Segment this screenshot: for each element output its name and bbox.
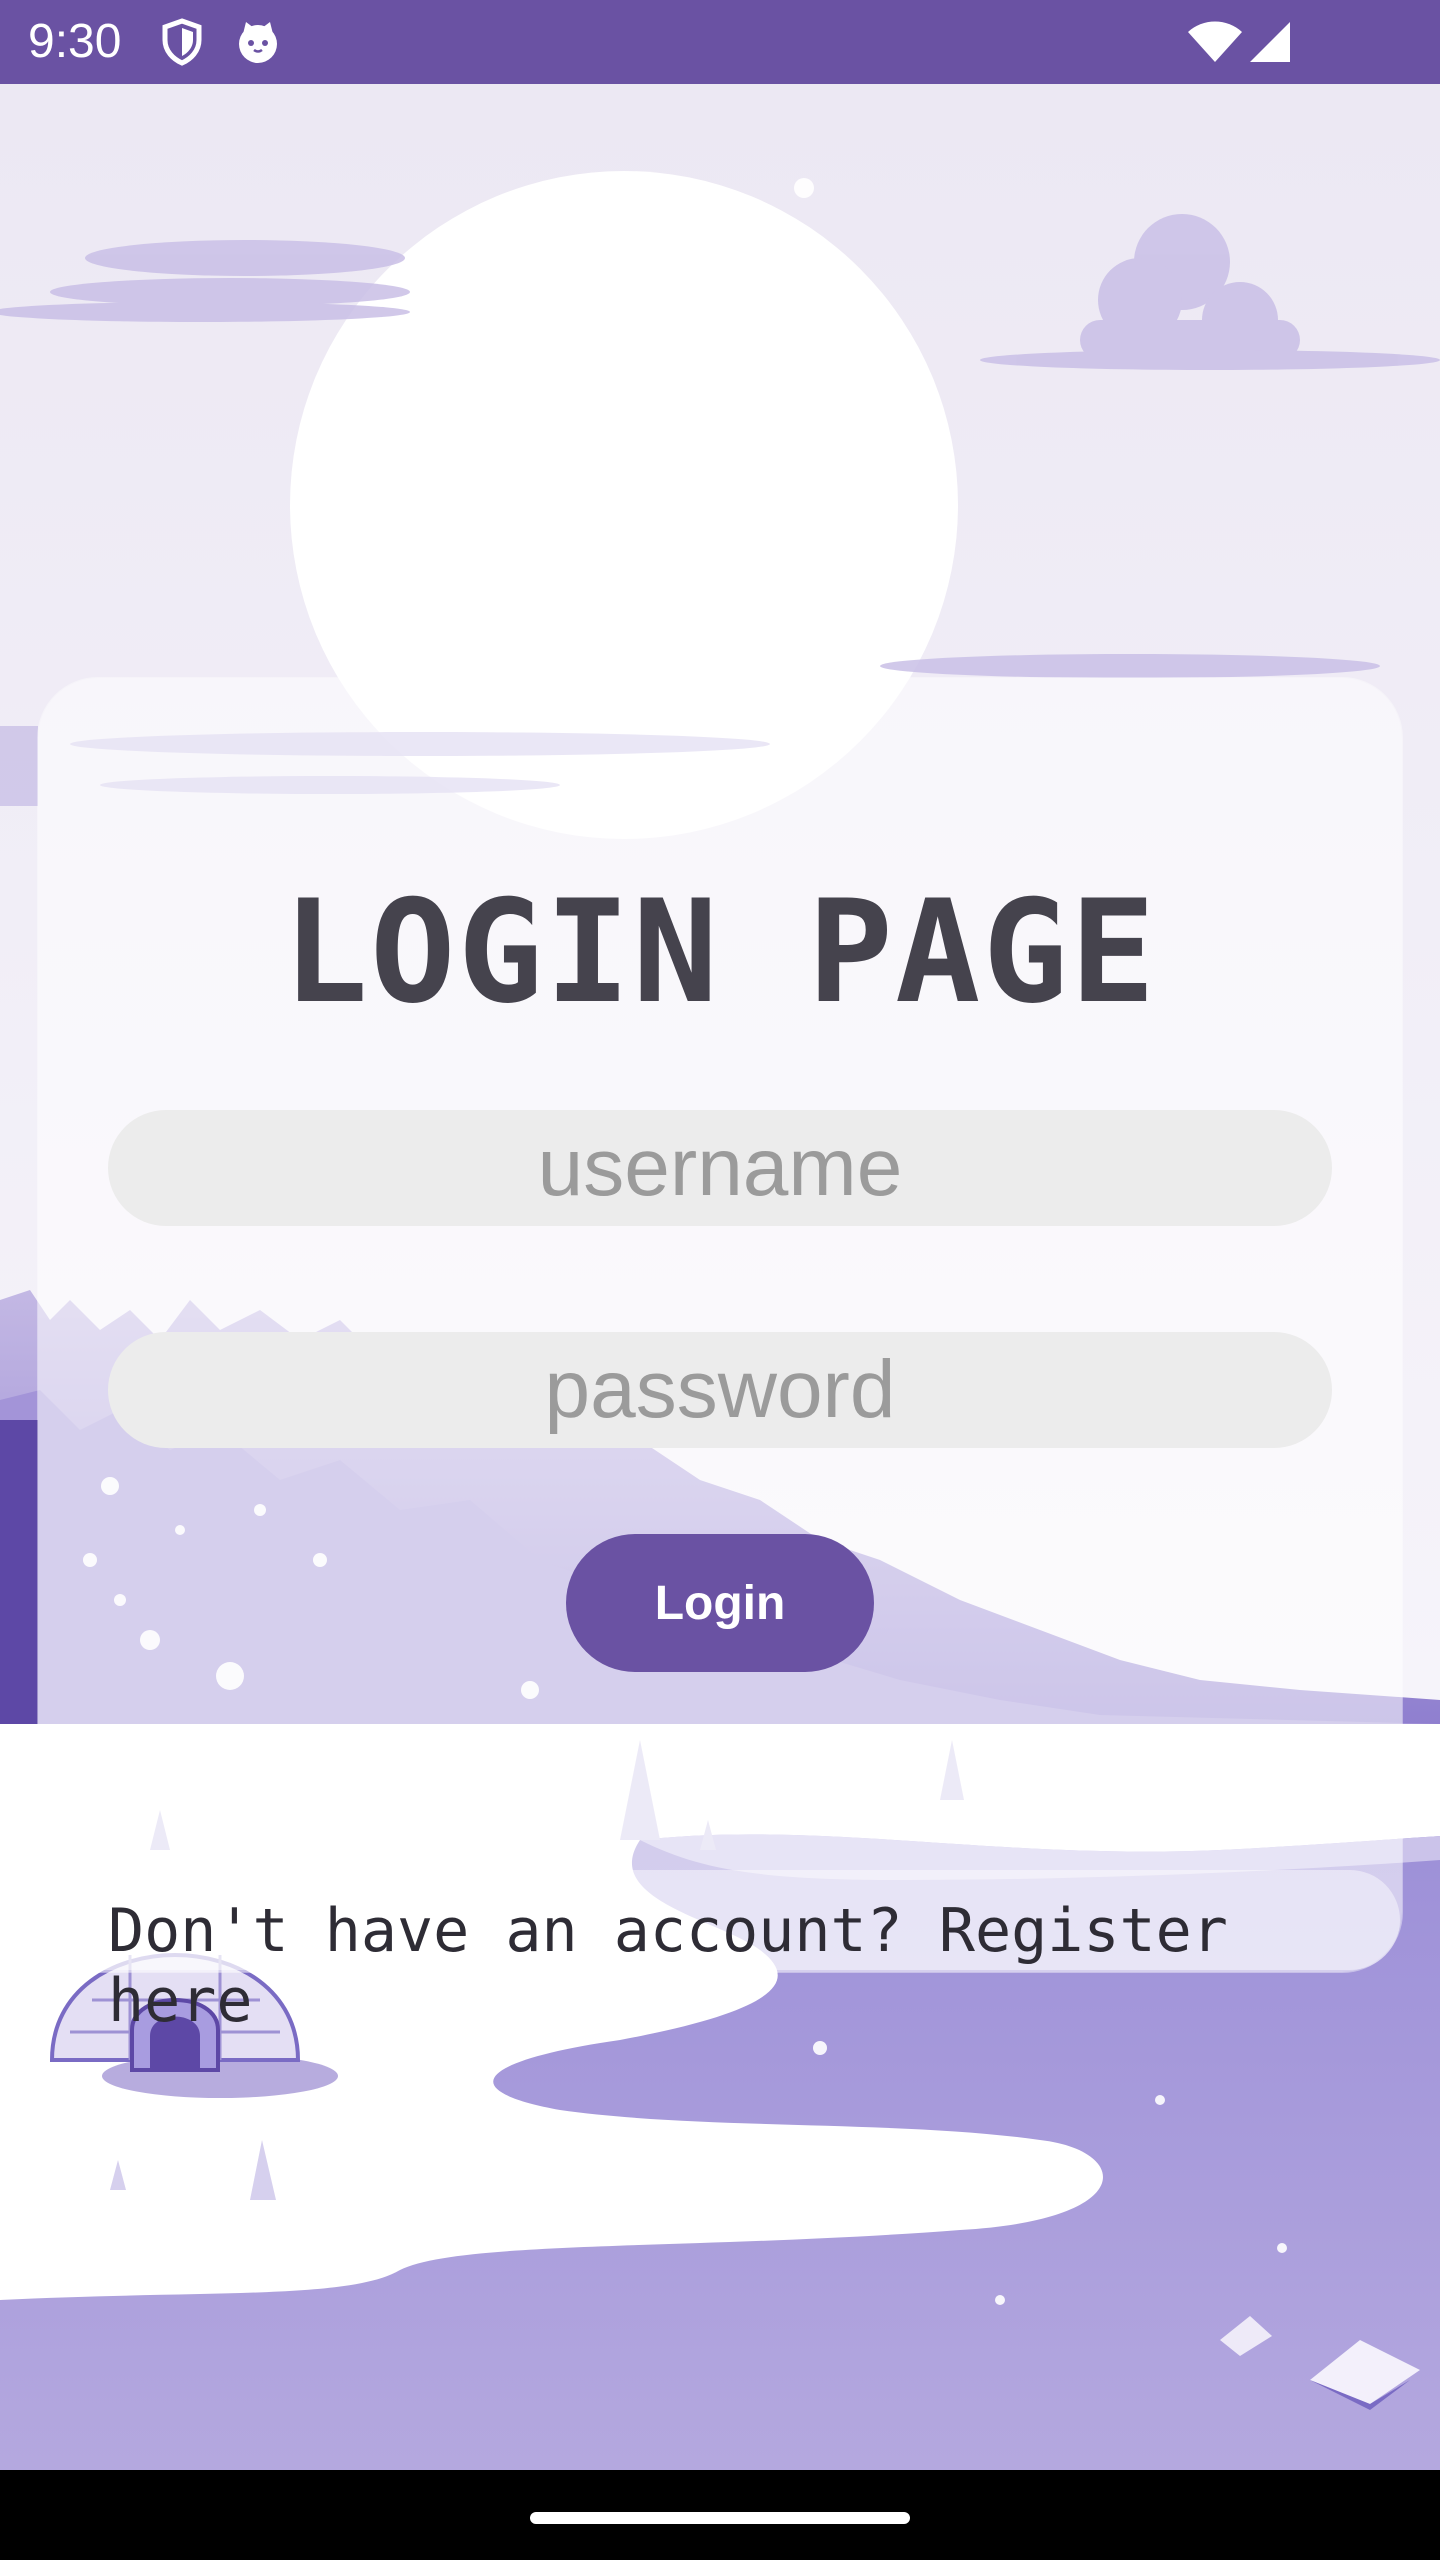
home-gesture-bar[interactable] xyxy=(530,2512,910,2524)
status-bar: 9:30 xyxy=(0,0,1440,84)
register-link[interactable]: Don't have an account? Register here xyxy=(108,1896,1348,2036)
page-title: LOGIN PAGE xyxy=(282,870,1158,1035)
cat-face-icon xyxy=(234,18,282,71)
shield-icon xyxy=(160,18,204,71)
password-input[interactable] xyxy=(108,1332,1332,1448)
login-button[interactable]: Login xyxy=(566,1534,874,1672)
username-input[interactable] xyxy=(108,1110,1332,1226)
status-time: 9:30 xyxy=(28,15,122,68)
wifi-icon xyxy=(1186,20,1244,69)
cellular-signal-icon xyxy=(1248,20,1292,69)
